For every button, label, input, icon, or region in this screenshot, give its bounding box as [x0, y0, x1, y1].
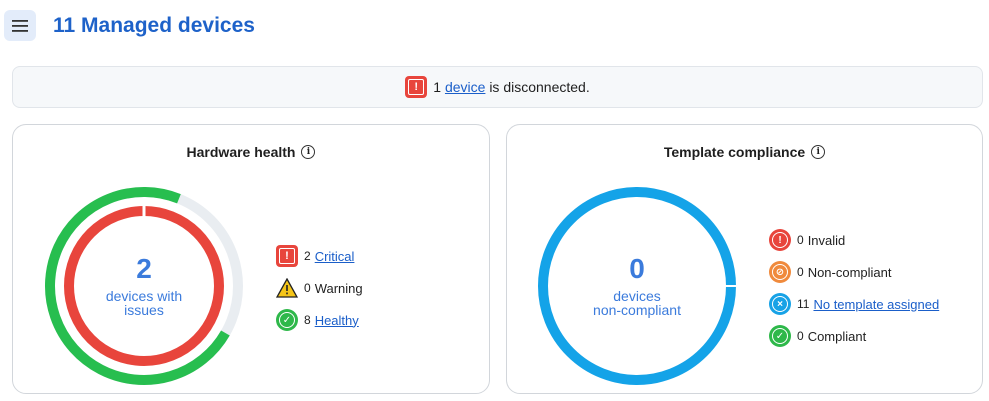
hardware-health-legend: ! 2 Critical 0 Warning ✓ 8 Healthy [276, 240, 363, 336]
template-compliance-donut: 0 devices non-compliant [537, 186, 737, 386]
template-compliance-card: Template compliance i 0 devices non-comp… [506, 124, 983, 394]
hardware-health-title: Hardware health i [13, 144, 489, 160]
banner-text: is disconnected. [489, 79, 590, 95]
non-compliant-legend-label: Non-compliant [807, 264, 892, 280]
device-link[interactable]: device [445, 79, 485, 95]
no-template-link[interactable]: No template assigned [813, 297, 939, 312]
legend-item-non-compliant: ⊘ 0 Non-compliant [769, 256, 939, 288]
healthy-icon: ✓ [276, 309, 298, 331]
non-compliant-label-1: devices [613, 287, 661, 304]
alert-icon: ! [405, 76, 428, 98]
hardware-health-donut: 2 devices with issues [44, 186, 244, 386]
warning-icon [276, 277, 298, 299]
critical-link[interactable]: Critical [315, 249, 355, 264]
legend-item-invalid: ! 0 Invalid [769, 224, 939, 256]
issues-label-2: issues [124, 302, 164, 319]
disconnected-banner: ! 1 device is disconnected. [12, 66, 983, 108]
non-compliant-count: 0 [629, 252, 645, 284]
non-compliant-label-2: non-compliant [593, 302, 681, 319]
legend-item-healthy: ✓ 8 Healthy [276, 304, 363, 336]
critical-icon: ! [276, 245, 298, 267]
info-icon[interactable]: i [811, 145, 826, 159]
template-compliance-title-text: Template compliance [663, 144, 806, 160]
info-icon[interactable]: i [301, 145, 316, 159]
legend-item-compliant: ✓ 0 Compliant [769, 320, 939, 352]
page-title: 11 Managed devices [53, 14, 255, 37]
invalid-count: 0 [797, 233, 804, 247]
issues-label-1: devices with [105, 287, 183, 304]
hardware-health-card: Hardware health i 2 devices with issues … [12, 124, 490, 394]
invalid-icon: ! [769, 229, 791, 251]
compliant-count: 0 [797, 329, 804, 343]
no-template-icon: × [769, 293, 791, 315]
invalid-label: Invalid [807, 232, 846, 248]
issues-count: 2 [136, 252, 152, 284]
non-compliant-icon: ⊘ [769, 261, 791, 283]
banner-count: 1 [433, 79, 442, 95]
template-compliance-legend: ! 0 Invalid ⊘ 0 Non-compliant × 11 No te… [769, 224, 939, 352]
critical-count: 2 [304, 249, 311, 263]
warning-count: 0 [304, 281, 311, 295]
legend-item-no-template: × 11 No template assigned [769, 288, 939, 320]
no-template-count: 11 [797, 297, 810, 311]
legend-item-critical: ! 2 Critical [276, 240, 363, 272]
healthy-link[interactable]: Healthy [315, 313, 359, 328]
hamburger-icon [12, 19, 28, 32]
warning-label: Warning [314, 280, 363, 296]
non-compliant-legend-count: 0 [797, 265, 804, 279]
template-compliance-center: 0 devices non-compliant [537, 186, 737, 386]
compliant-icon: ✓ [769, 325, 791, 347]
compliant-label: Compliant [807, 328, 867, 344]
legend-item-warning: 0 Warning [276, 272, 363, 304]
menu-button[interactable] [4, 10, 36, 41]
hardware-health-center: 2 devices with issues [44, 186, 244, 386]
template-compliance-title: Template compliance i [507, 144, 982, 160]
healthy-count: 8 [304, 313, 311, 327]
hardware-health-title-text: Hardware health [186, 144, 296, 160]
